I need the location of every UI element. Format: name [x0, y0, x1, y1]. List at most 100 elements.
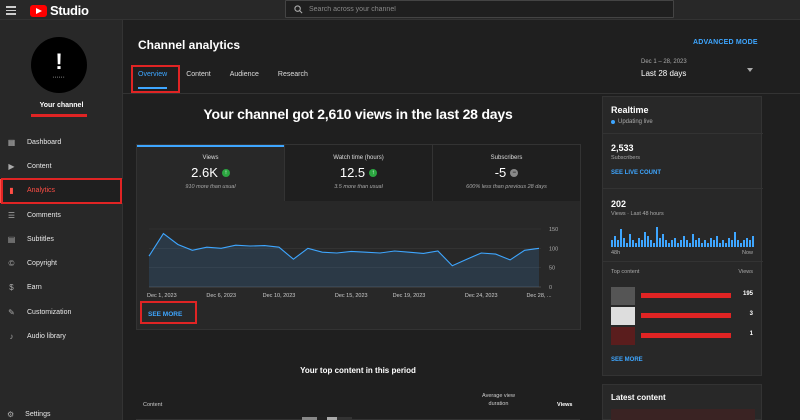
realtime-bar: [680, 240, 682, 247]
sidebar-item-label: Content: [27, 162, 52, 170]
realtime-bar: [632, 240, 634, 247]
realtime-bar: [623, 238, 625, 247]
stat-label: Views: [202, 155, 219, 161]
arrow-up-icon: ↑: [369, 168, 378, 177]
annotation-underline: [31, 114, 87, 117]
realtime-bar: [653, 242, 655, 247]
realtime-bar: [698, 238, 700, 247]
realtime-bar: [692, 233, 694, 247]
realtime-bar: [662, 233, 664, 247]
content-icon: ▶: [8, 161, 15, 171]
sidebar-item-dashboard[interactable]: ▦ Dashboard: [0, 130, 123, 154]
sidebar: ! ▪▪▪▪▪▪ Your channel ▦ Dashboard ▶ Cont…: [0, 20, 123, 420]
divider: [603, 188, 763, 189]
sidebar-item-label: Settings: [25, 410, 51, 418]
realtime-bar: [650, 240, 652, 247]
realtime-bar: [740, 242, 742, 247]
realtime-bar: [743, 240, 745, 247]
stat-views[interactable]: Views 2.6K ↑ 910 more than usual: [137, 145, 284, 201]
tab-audience[interactable]: Audience: [230, 70, 265, 84]
x-tick-label: Dec 28, ...: [526, 293, 552, 299]
stat-subscribers[interactable]: Subscribers -5− 600% less than previous …: [432, 145, 580, 201]
realtime-bar: [659, 238, 661, 247]
x-tick-label: Dec 1, 2023: [147, 293, 177, 299]
divider: [603, 133, 763, 134]
realtime-bar: [713, 240, 715, 247]
row-views: 1: [749, 331, 753, 337]
col-avg-duration: Average view duration: [482, 393, 515, 407]
sidebar-item-label: Audio library: [27, 333, 66, 341]
stat-value: -5: [494, 165, 507, 180]
audio-library-icon: ♪: [9, 332, 14, 342]
sidebar-item-label: Dashboard: [27, 138, 62, 146]
divider: [123, 93, 800, 94]
realtime-bar: [704, 240, 706, 247]
sidebar-item-subtitles[interactable]: ▤ Subtitles: [0, 227, 123, 251]
realtime-bar: [737, 240, 739, 247]
realtime-subs-value: 2,533: [611, 143, 634, 153]
content-thumbnail: [611, 307, 635, 325]
list-item[interactable]: 195: [611, 287, 755, 307]
see-live-count-link[interactable]: SEE LIVE COUNT: [611, 170, 661, 176]
realtime-title: Realtime: [611, 105, 649, 115]
arrow-up-icon: ↑: [221, 168, 230, 177]
search-bar[interactable]: [285, 0, 674, 18]
sidebar-item-earn[interactable]: $ Earn: [0, 276, 123, 300]
sidebar-item-content[interactable]: ▶ Content: [0, 154, 123, 178]
redacted-title: [641, 293, 731, 298]
realtime-bar: [647, 236, 649, 247]
x-tick-label: Dec 24, 2023: [465, 293, 498, 299]
realtime-bar: [677, 242, 679, 247]
sidebar-nav: ▦ Dashboard ▶ Content ▮ Analytics ☰ Comm…: [0, 130, 123, 349]
sidebar-item-customization[interactable]: ✎ Customization: [0, 300, 123, 324]
x-tick-label: Dec 10, 2023: [263, 293, 296, 299]
realtime-bar: [728, 238, 730, 247]
period-selector[interactable]: Dec 1 – 28, 2023 Last 28 days: [641, 59, 753, 78]
realtime-subs-label: Subscribers: [611, 155, 641, 161]
stat-watch-time[interactable]: Watch time (hours) 12.5 ↑ 3.5 more than u…: [284, 145, 432, 201]
content-thumbnail[interactable]: [611, 409, 755, 420]
studio-logo[interactable]: Studio: [30, 3, 89, 18]
realtime-bar: [635, 242, 637, 247]
advanced-mode-link[interactable]: ADVANCED MODE: [693, 39, 758, 46]
redacted-title: [641, 313, 731, 318]
views-area: [149, 233, 539, 287]
realtime-bar: [710, 238, 712, 247]
realtime-bar: [707, 242, 709, 247]
list-item[interactable]: 1: [611, 327, 755, 347]
realtime-bar: [725, 242, 727, 247]
sidebar-item-analytics[interactable]: ▮ Analytics: [0, 177, 123, 204]
tab-content[interactable]: Content: [186, 70, 217, 84]
list-item[interactable]: 3: [611, 307, 755, 327]
search-input[interactable]: [309, 5, 609, 13]
y-tick-label: 150: [549, 227, 558, 233]
realtime-bar: [626, 242, 628, 247]
sidebar-item-settings[interactable]: ⚙ Settings: [0, 404, 123, 420]
see-more-link[interactable]: SEE MORE: [611, 357, 643, 363]
realtime-bar: [695, 240, 697, 247]
customization-icon: ✎: [8, 307, 15, 317]
realtime-bar: [749, 240, 751, 247]
realtime-bar: [620, 229, 622, 247]
realtime-bar: [683, 236, 685, 247]
axis-label: 48h: [611, 250, 621, 256]
realtime-bar: [665, 240, 667, 247]
sidebar-item-audio-library[interactable]: ♪ Audio library: [0, 324, 123, 348]
realtime-bar: [638, 238, 640, 247]
redacted-title: [641, 333, 731, 338]
top-content-label: Top content: [611, 269, 640, 275]
latest-content-title: Latest content: [611, 393, 666, 402]
sidebar-item-copyright[interactable]: © Copyright: [0, 251, 123, 275]
sidebar-item-comments[interactable]: ☰ Comments: [0, 203, 123, 227]
realtime-bar: [671, 240, 673, 247]
realtime-bar: [752, 236, 754, 247]
menu-icon[interactable]: [6, 4, 16, 15]
stats-row: Views 2.6K ↑ 910 more than usual Watch ti…: [137, 145, 580, 201]
tab-research[interactable]: Research: [278, 70, 314, 84]
channel-avatar[interactable]: ! ▪▪▪▪▪▪: [31, 37, 87, 93]
period-range: Dec 1 – 28, 2023: [641, 59, 687, 65]
col-views[interactable]: Views: [557, 402, 573, 408]
content-thumbnail: [611, 327, 635, 345]
realtime-bar: [617, 240, 619, 247]
app-name: Studio: [50, 3, 89, 18]
